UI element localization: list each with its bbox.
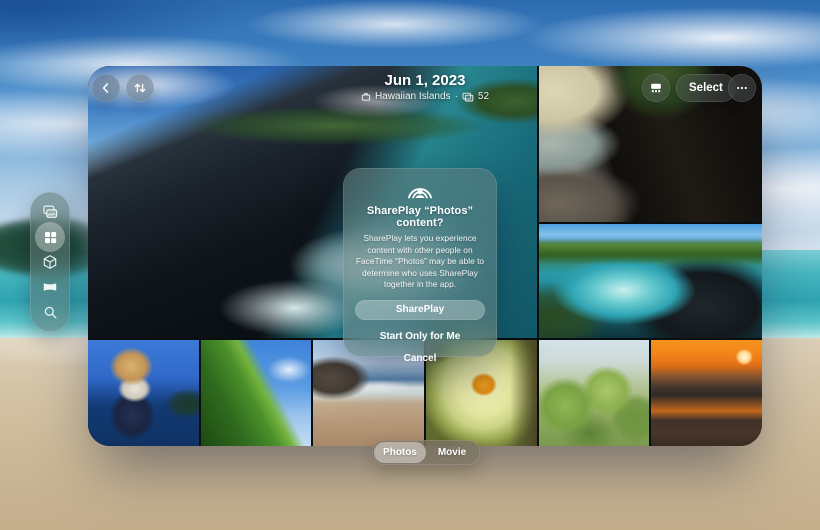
shareplay-confirm-button[interactable]: SharePlay xyxy=(355,300,485,320)
photo-tile-ridge[interactable] xyxy=(201,340,312,446)
cancel-label: Cancel xyxy=(404,353,437,364)
cancel-button[interactable]: Cancel xyxy=(353,353,487,364)
tab-movie-label: Movie xyxy=(438,447,466,458)
tab-photos[interactable]: Photos xyxy=(374,442,426,463)
panorama-icon xyxy=(42,279,58,295)
sidebar-item-panoramas[interactable] xyxy=(36,276,64,298)
select-button-label: Select xyxy=(689,82,723,94)
sidebar-item-photos[interactable] xyxy=(36,201,64,223)
view-options-button[interactable] xyxy=(642,74,670,102)
shareplay-dialog: SharePlay “Photos” content? SharePlay le… xyxy=(343,168,497,357)
back-button[interactable] xyxy=(92,74,120,102)
start-only-for-me-label: Start Only for Me xyxy=(380,331,461,342)
sidebar-item-albums[interactable] xyxy=(36,226,64,248)
photo-tile-sunset[interactable] xyxy=(651,340,762,446)
visionos-scene: Jun 1, 2023 Hawaiian Islands · 52 xyxy=(0,0,820,530)
ellipsis-icon xyxy=(735,81,749,95)
more-button[interactable] xyxy=(728,74,756,102)
shareplay-icon xyxy=(353,179,487,200)
photo-tile-right-bottom[interactable] xyxy=(539,224,762,338)
sidebar-item-search[interactable] xyxy=(36,301,64,323)
chevron-left-icon xyxy=(99,81,113,95)
photos-stack-icon xyxy=(42,204,58,220)
view-mode-tabbar: Photos Movie xyxy=(372,440,480,465)
dialog-title: SharePlay “Photos” content? xyxy=(353,205,487,229)
sort-button[interactable] xyxy=(126,74,154,102)
grid-view-icon xyxy=(649,81,663,95)
photo-tile-woman[interactable] xyxy=(88,340,199,446)
sidebar-item-spatial[interactable] xyxy=(36,251,64,273)
photo-tile-cactus[interactable] xyxy=(539,340,650,446)
albums-grid-icon xyxy=(43,230,58,245)
select-button[interactable]: Select xyxy=(676,74,736,102)
start-only-for-me-button[interactable]: Start Only for Me xyxy=(353,331,487,342)
search-icon xyxy=(43,305,58,320)
shareplay-confirm-label: SharePlay xyxy=(396,304,444,315)
tab-movie[interactable]: Movie xyxy=(426,442,478,463)
sort-arrows-icon xyxy=(133,81,147,95)
cube-icon xyxy=(42,254,58,270)
dialog-body: SharePlay lets you experience content wi… xyxy=(353,233,487,291)
tab-photos-label: Photos xyxy=(383,447,417,458)
sidebar xyxy=(30,192,70,332)
